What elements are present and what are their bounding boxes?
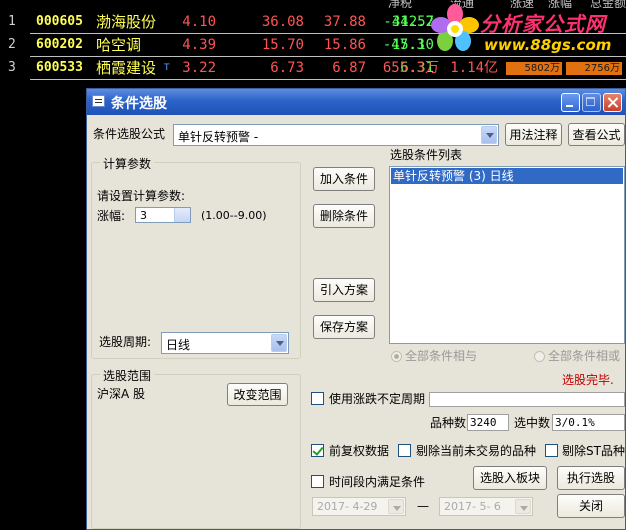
chevron-down-icon[interactable] xyxy=(271,334,287,352)
scope-value: 沪深A 股 xyxy=(97,387,146,401)
exclude-untraded-checkbox[interactable] xyxy=(398,444,411,457)
selected-label: 选中数 xyxy=(514,416,551,430)
chevron-down-icon[interactable] xyxy=(481,126,497,144)
forward-adjust-label: 前复权数据 xyxy=(329,444,390,458)
stock-row[interactable]: 3 600533 栖霞建设 T 3.22 6.73 6.87 6.31 655.… xyxy=(0,57,626,79)
formula-select[interactable]: 单针反转预警 - xyxy=(173,124,499,146)
stock-value: 3.22 xyxy=(182,60,216,76)
time-range-checkbox[interactable] xyxy=(311,475,324,488)
flower-logo-icon xyxy=(431,4,479,51)
param-name: 涨幅: xyxy=(97,209,126,223)
logo-url: www.88gs.com xyxy=(484,36,612,54)
period-select-value: 日线 xyxy=(166,338,191,352)
site-watermark-logo: 分析家公式网 www.88gs.com xyxy=(430,3,626,55)
condition-selection-dialog: 条件选股 条件选股公式 单针反转预警 - 用法注释 查看公式 计算参数 请设置计… xyxy=(86,88,626,530)
formula-select-value: 单针反转预警 - xyxy=(178,130,259,144)
add-to-block-button[interactable]: 选股入板块 xyxy=(473,466,547,490)
stock-value: 1.14亿 xyxy=(450,60,498,76)
period-label: 选股周期: xyxy=(99,335,152,349)
param-range: (1.00--9.00) xyxy=(201,209,267,222)
dialog-title: 条件选股 xyxy=(111,96,167,112)
volume-bar: 5802万 xyxy=(506,62,562,75)
row-index: 1 xyxy=(8,14,16,29)
stock-value: 4.39 xyxy=(182,37,216,53)
radio-all-or[interactable] xyxy=(534,351,545,362)
stock-value: 36.08 xyxy=(261,14,304,30)
status-text: 选股完毕. xyxy=(562,373,614,387)
stock-value: 15.86 xyxy=(323,37,366,53)
import-scheme-button[interactable]: 引入方案 xyxy=(313,278,375,302)
stock-name: 渤海股份 xyxy=(96,13,157,31)
stock-value: 37.88 xyxy=(323,14,366,30)
close-button[interactable]: 关闭 xyxy=(557,494,625,518)
chevron-down-icon xyxy=(388,499,404,514)
delete-condition-button[interactable]: 删除条件 xyxy=(313,204,375,228)
chevron-down-icon xyxy=(515,499,531,514)
params-prompt: 请设置计算参数: xyxy=(97,189,186,203)
selected-value: 3/0.1% xyxy=(552,414,625,431)
condition-list-label: 选股条件列表 xyxy=(390,148,463,162)
stock-code: 600202 xyxy=(36,37,83,52)
logo-title: 分析家公式网 xyxy=(480,12,606,36)
radio-all-and[interactable] xyxy=(391,351,402,362)
date-to-picker: 2017- 5- 6 xyxy=(439,497,533,516)
view-formula-button[interactable]: 查看公式 xyxy=(568,123,625,146)
row-index: 2 xyxy=(8,37,16,52)
list-item[interactable]: 单针反转预警 (3) 日线 xyxy=(391,168,623,184)
date-to-value: 2017- 5- 6 xyxy=(444,500,501,513)
use-period-checkbox[interactable] xyxy=(311,392,324,405)
minimize-button[interactable] xyxy=(561,93,580,112)
count-label: 品种数 xyxy=(430,416,467,430)
formula-label: 条件选股公式 xyxy=(93,127,166,141)
maximize-button[interactable] xyxy=(582,93,601,112)
use-period-label: 使用涨跌不定周期 xyxy=(329,392,426,406)
radio-all-or-label: 全部条件相或 xyxy=(548,349,621,363)
stock-name: 栖霞建设 xyxy=(96,59,157,77)
period-select[interactable]: 日线 xyxy=(161,332,289,354)
stock-list: 净税 流通 涨速 涨幅 总金额 1 000605 渤海股份 4.10 36.08… xyxy=(0,0,626,88)
window-icon xyxy=(92,95,105,107)
period-input[interactable] xyxy=(429,392,625,407)
run-selection-button[interactable]: 执行选股 xyxy=(557,466,625,490)
stock-value: -412.7 xyxy=(383,14,434,30)
count-value: 3240 xyxy=(467,414,509,431)
param-value: 3 xyxy=(140,209,147,222)
stock-value: 15.70 xyxy=(261,37,304,53)
date-from-value: 2017- 4-29 xyxy=(317,500,378,513)
exclude-untraded-label: 剔除当前未交易的品种 xyxy=(416,444,537,458)
row-index: 3 xyxy=(8,60,16,75)
header-cell: 净税 xyxy=(388,0,413,8)
stock-value: -47.3 xyxy=(382,37,425,53)
radio-all-and-label: 全部条件相与 xyxy=(405,349,478,363)
stock-value: 655.3万 xyxy=(382,60,439,76)
stock-code: 000605 xyxy=(36,14,83,29)
exclude-st-checkbox[interactable] xyxy=(545,444,558,457)
date-from-picker: 2017- 4-29 xyxy=(312,497,406,516)
params-group-title: 计算参数 xyxy=(100,155,155,172)
save-scheme-button[interactable]: 保存方案 xyxy=(313,315,375,339)
stock-value: 6.87 xyxy=(332,60,366,76)
forward-adjust-checkbox[interactable] xyxy=(311,444,324,457)
stepper-arrows-icon[interactable] xyxy=(174,208,190,222)
stock-value: 4.10 xyxy=(182,14,216,30)
condition-list[interactable]: 单针反转预警 (3) 日线 xyxy=(389,166,625,344)
close-window-button[interactable] xyxy=(603,93,622,112)
scope-group-title: 选股范围 xyxy=(100,367,155,384)
row-divider xyxy=(30,79,626,80)
exclude-st-label: 剔除ST品种 xyxy=(562,444,625,458)
date-range-dash: — xyxy=(417,499,429,513)
stock-code: 600533 xyxy=(36,60,83,75)
usage-notes-button[interactable]: 用法注释 xyxy=(505,123,562,146)
stock-value: 6.73 xyxy=(270,60,304,76)
param-stepper[interactable]: 3 xyxy=(135,207,191,223)
volume-bar: 2756万 xyxy=(566,62,622,75)
stock-name: 哈空调 xyxy=(96,36,142,54)
trading-marker: T xyxy=(164,63,170,73)
change-scope-button[interactable]: 改变范围 xyxy=(227,383,288,406)
add-condition-button[interactable]: 加入条件 xyxy=(313,167,375,191)
time-range-label: 时间段内满足条件 xyxy=(329,475,426,489)
dialog-titlebar[interactable]: 条件选股 xyxy=(87,89,625,115)
